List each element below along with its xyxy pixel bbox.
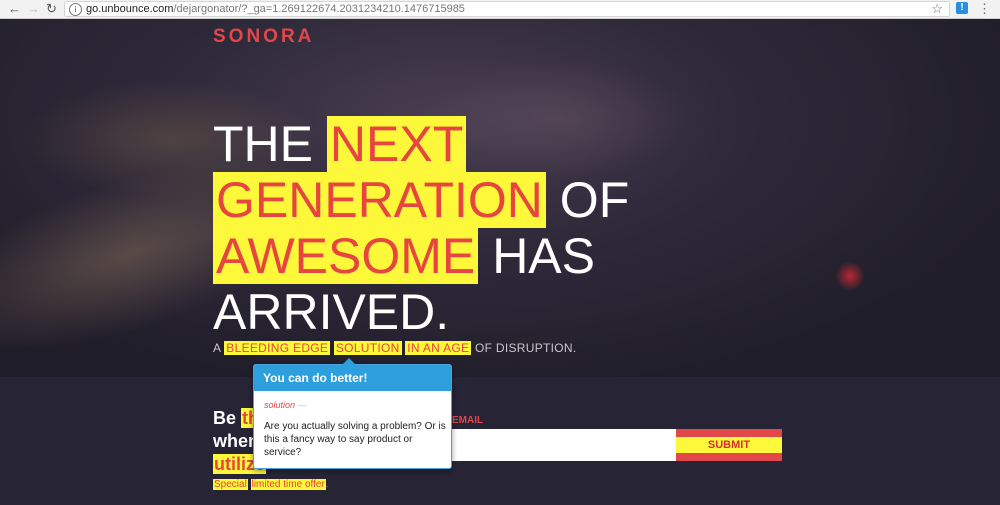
pitch-text: Be bbox=[213, 408, 237, 428]
bookmark-star-icon[interactable]: ☆ bbox=[931, 1, 943, 17]
headline-word: THE bbox=[213, 116, 313, 172]
browser-toolbar: ← → ↻ i go.unbounce.com/dejargonator/?_g… bbox=[0, 0, 1000, 19]
email-label: EMAIL bbox=[452, 415, 484, 426]
back-arrow-icon[interactable]: ← bbox=[8, 1, 21, 17]
reload-icon[interactable]: ↻ bbox=[46, 1, 57, 17]
tooltip-word: solution — bbox=[264, 400, 307, 410]
jargon-tooltip: You can do better! solution — Are you ac… bbox=[253, 358, 452, 469]
headline-word: HAS bbox=[492, 228, 595, 284]
offer-text: Special limited time offer. bbox=[213, 479, 329, 490]
signup-section: Be th when utilize Special limited time of… bbox=[0, 377, 1000, 505]
jargon-highlight[interactable]: GENERATION bbox=[213, 172, 546, 228]
tooltip-dash: — bbox=[297, 400, 307, 410]
hero-headline: THE NEXT GENERATION OF AWESOME HAS ARRIVED. bbox=[213, 116, 853, 340]
jargon-highlight[interactable]: AWESOME bbox=[213, 228, 479, 284]
brand-logo[interactable]: SONORA bbox=[213, 26, 314, 48]
address-bar[interactable]: i go.unbounce.com/dejargonator/?_ga=1.26… bbox=[64, 1, 950, 17]
headline-word: OF bbox=[559, 172, 630, 228]
tooltip-body: Are you actually solving a problem? Or i… bbox=[264, 421, 446, 458]
jargon-highlight[interactable]: BLEEDING EDGE bbox=[224, 341, 331, 355]
subline-text: A bbox=[213, 341, 221, 355]
tooltip-title: You can do better! bbox=[254, 365, 451, 391]
url-text[interactable]: go.unbounce.com/dejargonator/?_ga=1.2691… bbox=[86, 2, 465, 16]
url-path: /dejargonator/?_ga=1.269122674.203123421… bbox=[173, 3, 465, 15]
jargon-highlight[interactable]: Special bbox=[213, 479, 248, 490]
headline-word: ARRIVED. bbox=[213, 284, 450, 340]
jargon-highlight[interactable]: NEXT bbox=[326, 116, 467, 172]
submit-button[interactable]: SUBMIT bbox=[676, 429, 782, 461]
jargon-highlight[interactable]: limited time offer bbox=[250, 479, 326, 490]
browser-menu-icon[interactable]: ⋮ bbox=[978, 0, 991, 17]
jargon-highlight[interactable]: IN AN AGE bbox=[405, 341, 472, 355]
url-host: go.unbounce.com bbox=[86, 3, 174, 15]
forward-arrow-icon[interactable]: → bbox=[27, 1, 40, 17]
extension-icon[interactable]: ! bbox=[956, 2, 968, 14]
info-icon[interactable]: i bbox=[69, 3, 82, 16]
hero-subline: A BLEEDING EDGE SOLUTION IN AN AGE OF DI… bbox=[213, 341, 577, 355]
jargon-highlight[interactable]: SOLUTION bbox=[333, 341, 402, 355]
subline-text: OF DISRUPTION. bbox=[474, 341, 577, 355]
email-field[interactable] bbox=[450, 429, 676, 461]
tooltip-word-text: solution bbox=[264, 400, 296, 410]
hero-section: SONORA THE NEXT GENERATION OF AWESOME HAS A… bbox=[0, 19, 1000, 377]
offer-period: . bbox=[325, 479, 329, 490]
